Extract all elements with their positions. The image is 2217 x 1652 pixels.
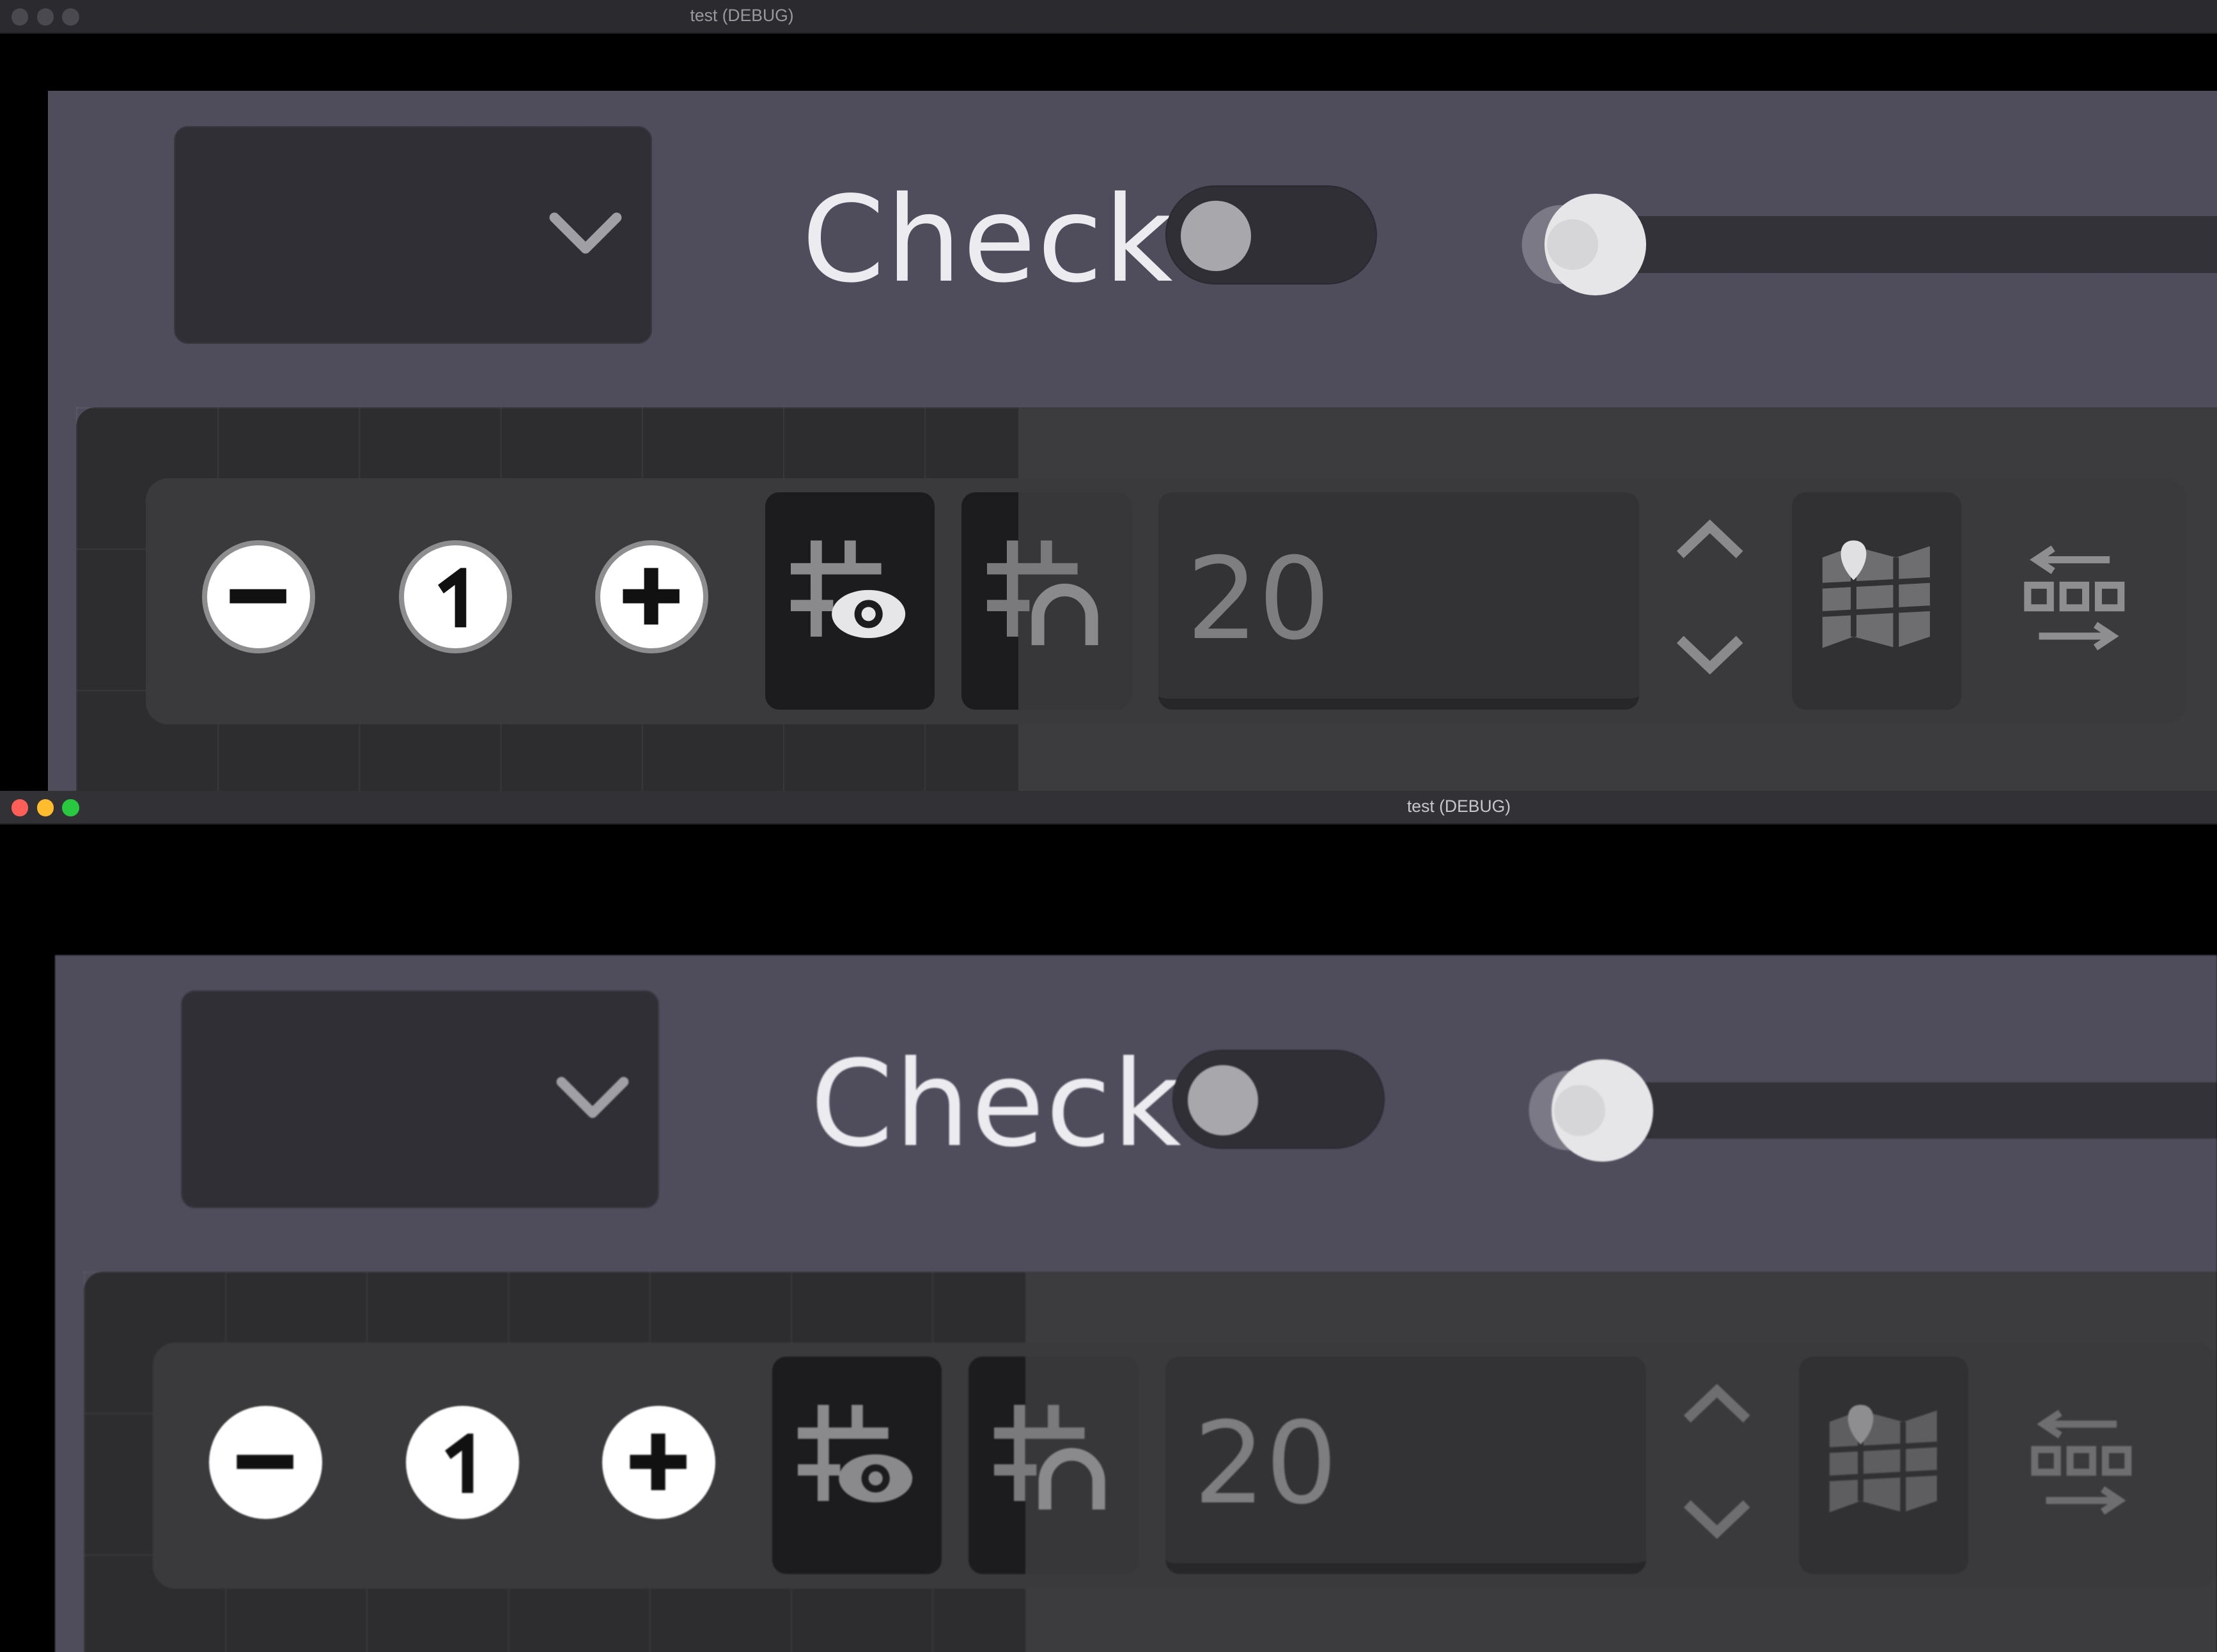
one-icon xyxy=(444,1433,474,1493)
spinbox-arrows-icon[interactable] xyxy=(1679,1382,1755,1543)
zoom-out-button[interactable] xyxy=(209,1406,323,1520)
toggle-grid-button[interactable] xyxy=(765,492,935,710)
toggle-knob xyxy=(1180,200,1252,272)
slider-grabber[interactable] xyxy=(1551,1059,1653,1162)
toggle-snap-button[interactable] xyxy=(968,1356,1139,1575)
zoom-out-button[interactable] xyxy=(202,540,316,653)
option-dropdown[interactable] xyxy=(174,125,652,344)
arrange-nodes-icon[interactable] xyxy=(2029,1407,2134,1520)
arrange-nodes-icon[interactable] xyxy=(2022,543,2127,656)
toggle-snap-button[interactable] xyxy=(961,492,1132,710)
option-dropdown[interactable] xyxy=(181,990,659,1208)
check-label: Check xyxy=(802,171,1174,309)
plus-icon xyxy=(623,568,680,625)
spinbox-arrows-icon[interactable] xyxy=(1672,518,1748,679)
toggle-minimap-button[interactable] xyxy=(1798,1356,1969,1575)
zoom-reset-button[interactable] xyxy=(405,1406,519,1520)
check-label: Check xyxy=(810,1035,1183,1174)
grid-eye-icon xyxy=(790,540,905,638)
plus-icon xyxy=(630,1433,687,1491)
zoom-reset-button[interactable] xyxy=(398,540,512,653)
map-icon xyxy=(1830,1405,1938,1513)
toggle-minimap-button[interactable] xyxy=(1791,492,1962,710)
check-toggle[interactable] xyxy=(1165,185,1378,284)
slider-grabber[interactable] xyxy=(1544,194,1646,296)
one-icon xyxy=(437,568,467,628)
map-icon xyxy=(1823,540,1931,648)
minus-icon xyxy=(237,1454,294,1469)
check-toggle[interactable] xyxy=(1172,1049,1385,1149)
window-title: test (DEBUG) xyxy=(1406,796,1511,816)
slider-track[interactable] xyxy=(1576,1082,2217,1139)
app-window-1: test (DEBUG) Check 20 xyxy=(0,0,2217,791)
window-titlebar[interactable]: test (DEBUG) xyxy=(0,0,2217,35)
chevron-down-icon xyxy=(549,212,621,254)
slider-track[interactable] xyxy=(1569,216,2217,273)
window-titlebar[interactable]: test (DEBUG) xyxy=(0,791,2217,825)
minus-icon xyxy=(229,589,287,604)
spinbox-value: 20 xyxy=(1193,1398,1338,1530)
snap-distance-spinbox[interactable]: 20 xyxy=(1158,492,1639,710)
grid-snap-icon xyxy=(994,1405,1105,1509)
chevron-down-icon xyxy=(556,1077,628,1118)
grid-eye-icon xyxy=(797,1405,912,1502)
zoom-in-button[interactable] xyxy=(602,1406,716,1520)
app-window-2: test (DEBUG) Check 20 xyxy=(0,791,2217,1652)
spinbox-value: 20 xyxy=(1186,533,1331,666)
toggle-grid-button[interactable] xyxy=(772,1356,942,1575)
toggle-knob xyxy=(1187,1064,1259,1136)
grid-snap-icon xyxy=(986,540,1098,645)
window-title: test (DEBUG) xyxy=(690,5,794,25)
zoom-in-button[interactable] xyxy=(595,540,709,653)
snap-distance-spinbox[interactable]: 20 xyxy=(1165,1356,1646,1575)
